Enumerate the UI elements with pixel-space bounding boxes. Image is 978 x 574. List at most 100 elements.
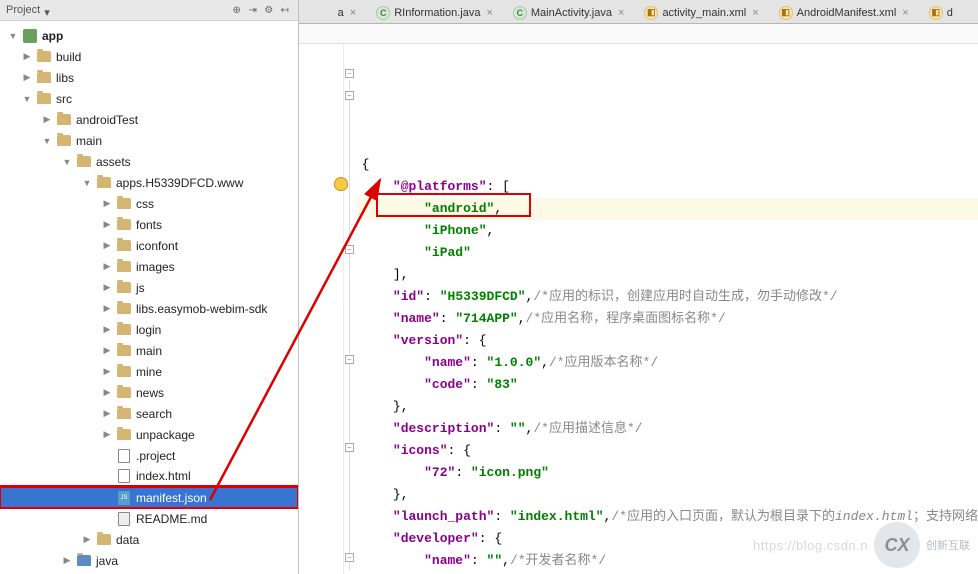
editor-area: a× CRInformation.java× C MainActivity.jav… — [299, 0, 978, 574]
tree-node-css[interactable]: ▶css — [0, 193, 298, 214]
fold-column: − − − − − − — [344, 44, 356, 574]
tree-label: fonts — [136, 218, 162, 232]
tree-node-images[interactable]: ▶images — [0, 256, 298, 277]
tree-node-project-file[interactable]: .project — [0, 445, 298, 466]
close-icon[interactable]: × — [900, 7, 910, 19]
file-icon — [116, 511, 132, 527]
tree-node-src[interactable]: ▼src — [0, 88, 298, 109]
tree-node-libs[interactable]: ▶libs — [0, 67, 298, 88]
chevron-right-icon[interactable]: ▶ — [100, 197, 114, 211]
tab-rinformation[interactable]: CRInformation.java× — [367, 1, 504, 23]
tab-label: AndroidManifest.xml — [797, 7, 897, 19]
tree-label: login — [136, 323, 161, 337]
tree-node-news[interactable]: ▶ news — [0, 382, 298, 403]
code-editor[interactable]: − − − − − − { "@platforms": [ "android",… — [299, 44, 978, 574]
folder-icon — [56, 112, 72, 128]
close-icon[interactable]: × — [484, 7, 494, 19]
folder-icon — [116, 427, 132, 443]
tree-label: README.md — [136, 512, 207, 526]
tree-label: main — [76, 134, 102, 148]
fold-toggle[interactable]: − — [345, 69, 354, 78]
tree-node-java[interactable]: ▶java — [0, 550, 298, 571]
fold-toggle[interactable]: − — [345, 91, 354, 100]
chevron-right-icon[interactable]: ▶ — [20, 50, 34, 64]
tree-node-login[interactable]: ▶ login — [0, 319, 298, 340]
chevron-right-icon[interactable]: ▶ — [60, 554, 74, 568]
chevron-right-icon[interactable]: ▶ — [40, 113, 54, 127]
tree-node-main[interactable]: ▼ main — [0, 130, 298, 151]
folder-icon — [116, 259, 132, 275]
tree-node-libs2[interactable]: ▶libs.easymob-webim-sdk — [0, 298, 298, 319]
chevron-down-icon[interactable]: ▼ — [40, 134, 54, 148]
tree-node-search[interactable]: ▶search — [0, 403, 298, 424]
chevron-down-icon[interactable]: ▼ — [60, 155, 74, 169]
tree-node-androidtest[interactable]: ▶ androidTest — [0, 109, 298, 130]
chevron-right-icon[interactable]: ▶ — [100, 218, 114, 232]
java-icon: C — [376, 6, 390, 20]
tree-node-data[interactable]: ▶ data — [0, 529, 298, 550]
editor-tabs: a× CRInformation.java× C MainActivity.jav… — [299, 0, 978, 24]
tab-label: activity_main.xml — [662, 7, 746, 19]
code-text: { "@platforms": [ "android", "iPhone", "… — [362, 132, 978, 574]
tree-node-index-html[interactable]: index.html — [0, 466, 298, 487]
tree-label: androidTest — [76, 113, 138, 127]
tab-androidmanifest[interactable]: ◧AndroidManifest.xml× — [770, 1, 920, 23]
chevron-down-icon[interactable]: ▼ — [20, 92, 34, 106]
tab-a[interactable]: a× — [329, 1, 368, 23]
close-icon[interactable]: × — [348, 7, 358, 19]
folder-icon — [76, 553, 92, 569]
collapse-icon[interactable]: ⊕ — [230, 3, 244, 17]
fold-toggle[interactable]: − — [345, 553, 354, 562]
chevron-right-icon[interactable]: ▶ — [80, 533, 94, 547]
tab-mainactivity[interactable]: CMainActivity.java× — [504, 1, 636, 23]
chevron-right-icon[interactable]: ▶ — [100, 386, 114, 400]
settings-icon[interactable]: ⇥ — [246, 3, 260, 17]
tree-node-mine[interactable]: ▶mine — [0, 361, 298, 382]
chevron-right-icon[interactable]: ▶ — [100, 407, 114, 421]
bulb-icon[interactable] — [334, 177, 348, 191]
tree-node-readme[interactable]: README.md — [0, 508, 298, 529]
chevron-right-icon[interactable]: ▶ — [100, 302, 114, 316]
chevron-right-icon[interactable]: ▶ — [100, 239, 114, 253]
tree-label: main — [136, 344, 162, 358]
hide-icon[interactable]: ↤ — [278, 3, 292, 17]
tree-node-assets[interactable]: ▼ assets — [0, 151, 298, 172]
tree-node-apps[interactable]: ▼apps.H5339DFCD.www — [0, 172, 298, 193]
tree-label: unpackage — [136, 428, 195, 442]
chevron-right-icon[interactable]: ▶ — [100, 281, 114, 295]
tree-node-manifest-json[interactable]: JSmanifest.json — [0, 487, 298, 508]
chevron-down-icon[interactable]: ▼ — [80, 176, 94, 190]
fold-toggle[interactable]: − — [345, 443, 354, 452]
fold-toggle[interactable]: − — [345, 355, 354, 364]
tree-node-build[interactable]: ▶build — [0, 46, 298, 67]
tree-label: news — [136, 386, 164, 400]
tab-label: MainActivity.java — [531, 7, 612, 19]
tree-node-app[interactable]: ▼app — [0, 25, 298, 46]
chevron-right-icon[interactable]: ▶ — [100, 365, 114, 379]
json-icon: JS — [116, 490, 132, 506]
chevron-right-icon[interactable]: ▶ — [100, 344, 114, 358]
close-icon[interactable]: × — [750, 7, 760, 19]
breadcrumb-bar — [299, 24, 978, 44]
fold-toggle[interactable]: − — [345, 245, 354, 254]
chevron-right-icon[interactable]: ▶ — [20, 71, 34, 85]
chevron-down-icon[interactable]: ▼ — [6, 29, 20, 43]
gear-icon[interactable]: ⚙ — [262, 3, 276, 17]
tab-activity-main[interactable]: ◧activity_main.xml× — [635, 1, 769, 23]
tab-d[interactable]: ◧d — [920, 1, 962, 23]
tree-node-js[interactable]: ▶js — [0, 277, 298, 298]
tree-label: assets — [96, 155, 131, 169]
tree-node-fonts[interactable]: ▶ fonts — [0, 214, 298, 235]
chevron-right-icon[interactable]: ▶ — [100, 428, 114, 442]
project-panel-title[interactable]: Project — [6, 4, 40, 16]
tree-node-iconfont[interactable]: ▶iconfont — [0, 235, 298, 256]
chevron-right-icon[interactable]: ▶ — [100, 323, 114, 337]
tree-label: data — [116, 533, 139, 547]
tree-node-main2[interactable]: ▶ main — [0, 340, 298, 361]
tree-node-unpackage[interactable]: ▶ unpackage — [0, 424, 298, 445]
close-icon[interactable]: × — [616, 7, 626, 19]
project-dropdown-icon[interactable]: ▾ — [44, 6, 52, 14]
chevron-right-icon[interactable]: ▶ — [100, 260, 114, 274]
module-icon — [22, 28, 38, 44]
code-content[interactable]: { "@platforms": [ "android", "iPhone", "… — [356, 44, 978, 574]
